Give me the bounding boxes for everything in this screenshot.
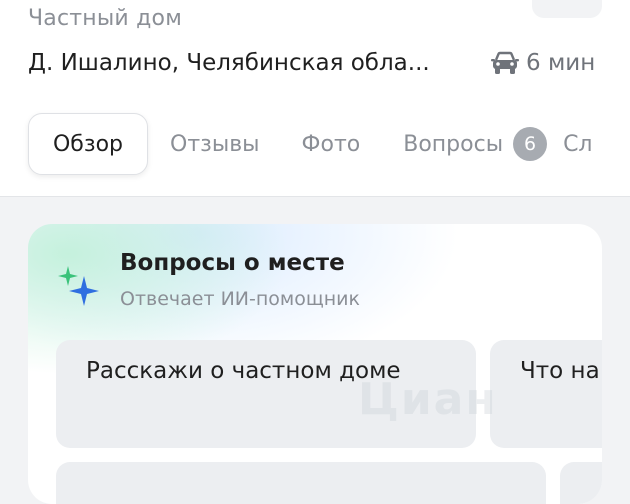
top-action-pill[interactable]	[532, 0, 602, 18]
tab-next-partial[interactable]: Сл	[563, 113, 592, 175]
travel-time-label: 6 мин	[526, 50, 596, 76]
tab-overview[interactable]: Обзор	[28, 113, 148, 175]
tab-questions-label: Вопросы	[403, 131, 504, 157]
suggestion-chip-label: Что на	[520, 358, 600, 384]
place-address[interactable]: Д. Ишалино, Челябинская обла...	[28, 50, 430, 76]
place-header: Частный дом Д. Ишалино, Челябинская обла…	[0, 0, 630, 197]
questions-count-badge: 6	[513, 127, 548, 161]
sparkle-icon	[58, 266, 99, 306]
suggestion-chip[interactable]: Что на	[490, 340, 602, 448]
tab-questions[interactable]: Вопросы 6	[403, 113, 548, 175]
tab-reviews[interactable]: Отзывы	[170, 113, 260, 175]
tab-photos-label: Фото	[301, 131, 361, 157]
tab-overview-label: Обзор	[52, 131, 123, 157]
suggestion-chip[interactable]	[560, 462, 602, 504]
travel-time[interactable]: 6 мин	[490, 50, 595, 76]
suggestion-chip[interactable]	[56, 462, 546, 504]
ai-title: Вопросы о месте	[120, 250, 345, 276]
car-icon	[491, 51, 519, 74]
place-category: Частный дом	[28, 6, 182, 31]
suggestion-chip[interactable]: Расскажи о частном доме	[56, 340, 476, 448]
ai-subtitle: Отвечает ИИ-помощник	[120, 288, 361, 310]
ai-questions-card: Вопросы о месте Отвечает ИИ-помощник Рас…	[28, 224, 602, 504]
suggestion-chip-label: Расскажи о частном доме	[86, 358, 401, 384]
tab-next-partial-label: Сл	[563, 131, 593, 157]
tab-photos[interactable]: Фото	[302, 113, 361, 175]
tab-bar: Обзор Отзывы Фото Вопросы 6 Сл	[28, 113, 593, 175]
tab-reviews-label: Отзывы	[170, 131, 260, 157]
